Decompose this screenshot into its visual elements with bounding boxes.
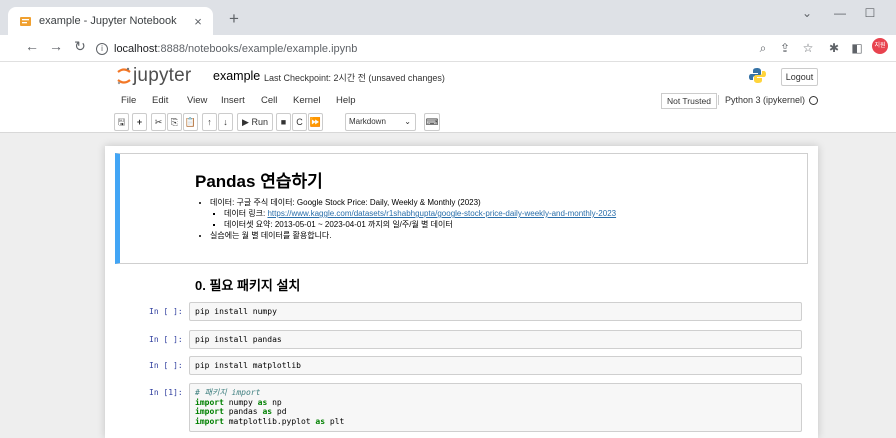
menu-view[interactable]: View — [187, 95, 207, 106]
notebook-background: Pandas 연습하기 데이터: 구글 주식 데이터: Google Stock… — [0, 133, 896, 438]
list-item: 데이터: 구글 주식 데이터: Google Stock Price: Dail… — [210, 197, 616, 230]
checkpoint-status: Last Checkpoint: 2시간 전 (unsaved changes) — [264, 73, 445, 83]
code-keyword: import — [195, 416, 224, 426]
code-text: pandas — [223, 407, 263, 416]
reload-icon[interactable]: ↻ — [72, 38, 88, 55]
url-path: :8888/notebooks/example/example.ipynb — [157, 42, 358, 55]
insert-cell-plus-icon[interactable]: + — [132, 113, 147, 131]
side-panel-icon[interactable]: ◧ — [849, 41, 865, 55]
url-host: localhost — [114, 42, 158, 55]
kernel-idle-indicator-icon — [809, 96, 818, 105]
python-logo-icon — [749, 68, 766, 83]
menu-bar: File Edit View Insert Cell Kernel Help N… — [0, 92, 896, 110]
menu-help[interactable]: Help — [336, 95, 356, 106]
browser-tab-strip: example - Jupyter Notebook × + ⌄ — ☐ — [0, 0, 896, 35]
code-line: pip install pandas — [195, 335, 282, 344]
bullet-text: 실습에는 월 별 데이터를 활용합니다. — [210, 231, 332, 240]
code-keyword: as — [315, 416, 326, 426]
link-prefix: 데이터 링크: — [224, 209, 268, 218]
save-icon[interactable]: 🖫 — [114, 113, 129, 131]
logout-button[interactable]: Logout — [781, 68, 818, 86]
back-arrow-icon[interactable]: ← — [24, 38, 40, 54]
new-tab-button[interactable]: + — [224, 9, 244, 29]
menu-file[interactable]: File — [121, 95, 136, 106]
command-palette-keyboard-icon[interactable]: ⌨ — [424, 113, 440, 131]
restart-run-all-icon[interactable]: ⏩ — [308, 113, 323, 131]
cell-type-select[interactable]: Markdown ⌄ — [345, 113, 416, 131]
jupyter-orbit-icon — [117, 67, 131, 85]
section-heading: 0. 필요 패키지 설치 — [195, 278, 301, 293]
cell-prompt: In [1]: — [149, 388, 183, 397]
run-play-icon: ▶ — [242, 117, 249, 127]
list-item: 데이터 링크: https://www.kaggle.com/datasets/… — [224, 208, 616, 219]
code-keyword: import — [195, 397, 224, 407]
list-item: 실습에는 월 별 데이터를 활용합니다. — [210, 230, 616, 241]
code-line: pip install numpy — [195, 307, 277, 316]
address-bar[interactable]: i localhost:8888/notebooks/example/examp… — [96, 38, 796, 59]
cell-type-value: Markdown — [349, 117, 386, 126]
notebook-toolbar: 🖫 + ✂ ⎘ 📋 ↑ ↓ ▶ Run ■ C ⏩ Markdown ⌄ ⌨ — [0, 111, 896, 133]
chevron-down-icon: ⌄ — [404, 117, 411, 126]
maximize-icon[interactable]: ☐ — [858, 6, 882, 20]
browser-tab[interactable]: example - Jupyter Notebook × — [8, 7, 213, 35]
code-comment: # 패키지 import — [195, 388, 261, 397]
code-keyword: as — [262, 407, 273, 416]
cut-icon[interactable]: ✂ — [151, 113, 166, 131]
extensions-puzzle-icon[interactable]: ✱ — [826, 41, 842, 55]
site-info-icon[interactable]: i — [96, 42, 108, 55]
notebook-page: Pandas 연습하기 데이터: 구글 주식 데이터: Google Stock… — [105, 146, 818, 438]
code-line: pip install matplotlib — [195, 361, 301, 370]
code-text: pd — [272, 407, 287, 416]
code-cell[interactable]: # 패키지 import import numpy as np import p… — [189, 383, 802, 432]
code-cell[interactable]: pip install pandas — [189, 330, 802, 349]
forward-arrow-icon[interactable]: → — [48, 38, 64, 54]
code-text: matplotlib.pyplot — [223, 416, 316, 426]
menu-cell[interactable]: Cell — [261, 95, 277, 106]
intro-bullet-list: 데이터: 구글 주식 데이터: Google Stock Price: Dail… — [210, 197, 616, 241]
zoom-icon[interactable]: ⌕ — [755, 41, 771, 56]
code-cell[interactable]: pip install numpy — [189, 302, 802, 321]
chevron-down-icon[interactable]: ⌄ — [795, 6, 819, 20]
jupyter-favicon-icon — [20, 16, 31, 26]
move-up-icon[interactable]: ↑ — [202, 113, 217, 131]
kernel-name: Python 3 (ipykernel) — [718, 95, 805, 105]
code-keyword: import — [195, 407, 224, 416]
run-label: Run — [251, 117, 268, 127]
jupyter-logo[interactable]: jupyter — [117, 65, 191, 87]
restart-icon[interactable]: C — [292, 113, 307, 131]
menu-insert[interactable]: Insert — [221, 95, 245, 106]
list-item: 데이터셋 요약: 2013-05-01 ~ 2023-04-01 까지의 일/주… — [224, 219, 616, 230]
tab-title: example - Jupyter Notebook — [39, 15, 177, 27]
cell-prompt: In [ ]: — [149, 361, 183, 370]
minimize-icon[interactable]: — — [828, 6, 852, 20]
bullet-text: 데이터셋 요약: 2013-05-01 ~ 2023-04-01 까지의 일/주… — [224, 220, 453, 229]
paste-icon[interactable]: 📋 — [183, 113, 198, 131]
not-trusted-button[interactable]: Not Trusted — [661, 93, 717, 109]
jupyter-wordmark: jupyter — [133, 65, 192, 86]
dataset-link[interactable]: https://www.kaggle.com/datasets/r1shabhg… — [267, 209, 616, 218]
code-keyword: as — [257, 397, 268, 407]
code-text: numpy — [223, 397, 258, 407]
code-text: np — [267, 397, 282, 407]
notebook-title: Pandas 연습하기 — [195, 172, 323, 191]
move-down-icon[interactable]: ↓ — [218, 113, 233, 131]
jupyter-header: jupyter example Last Checkpoint: 2시간 전 (… — [0, 62, 896, 92]
profile-avatar[interactable]: 지원 — [872, 38, 888, 54]
cell-prompt: In [ ]: — [149, 307, 183, 316]
cell-prompt: In [ ]: — [149, 335, 183, 344]
markdown-cell[interactable]: Pandas 연습하기 데이터: 구글 주식 데이터: Google Stock… — [115, 153, 808, 264]
code-cell[interactable]: pip install matplotlib — [189, 356, 802, 375]
browser-toolbar: ← → ↻ i localhost:8888/notebooks/example… — [0, 35, 896, 62]
bookmark-star-icon[interactable]: ☆ — [800, 41, 816, 55]
tab-close-icon[interactable]: × — [191, 14, 205, 29]
interrupt-stop-icon[interactable]: ■ — [276, 113, 291, 131]
notebook-name[interactable]: example — [213, 69, 260, 83]
menu-edit[interactable]: Edit — [152, 95, 168, 106]
menu-kernel[interactable]: Kernel — [293, 95, 320, 106]
code-text: plt — [325, 416, 345, 426]
copy-icon[interactable]: ⎘ — [167, 113, 182, 131]
run-button[interactable]: ▶ Run — [237, 113, 273, 131]
share-icon[interactable]: ⇪ — [777, 41, 793, 55]
bullet-text: 데이터: 구글 주식 데이터: Google Stock Price: Dail… — [210, 198, 481, 207]
